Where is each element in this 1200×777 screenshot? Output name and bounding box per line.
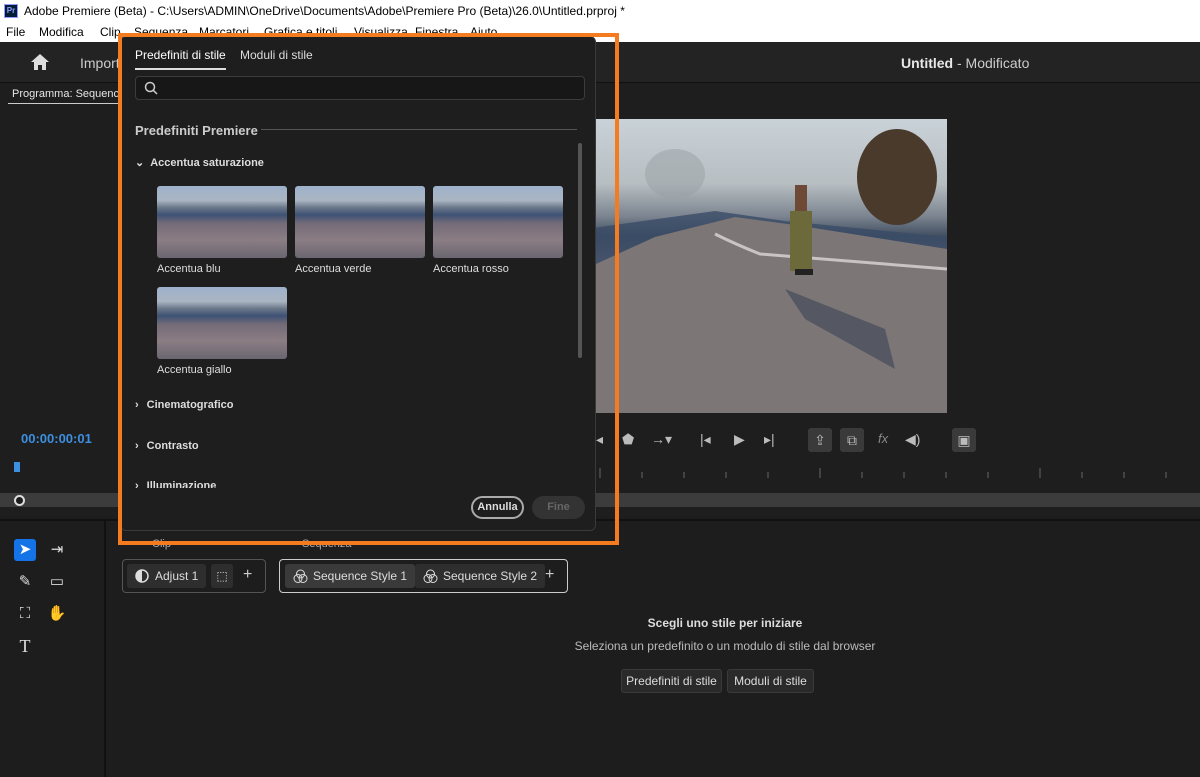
sequence-style-2-chip[interactable]: Sequence Style 2 (415, 564, 546, 588)
hand-tool-icon[interactable]: ✋ (46, 603, 68, 625)
program-monitor-tab[interactable]: Programma: Sequenc (8, 86, 123, 104)
menu-file[interactable]: File (6, 25, 25, 39)
adjust-chip[interactable]: Adjust 1 (127, 564, 207, 588)
type-tool-icon[interactable]: T (14, 635, 36, 657)
clip-style-group: Adjust 1 ⬚ + (122, 559, 266, 593)
crop-tool-icon[interactable]: ⛶ (14, 603, 36, 625)
video-preview (585, 119, 947, 413)
window-title: Adobe Premiere (Beta) - C:\Users\ADMIN\O… (24, 4, 625, 18)
empty-state-title: Scegli uno stile per iniziare (647, 616, 803, 630)
color-circles-icon (293, 569, 308, 583)
sequence-style-group: Sequence Style 1 Sequence Style 2 + (279, 559, 568, 593)
pen-tool-icon[interactable]: ✎ (14, 571, 36, 593)
scroll-handle[interactable] (14, 495, 25, 506)
sequence-style-1-label: Sequence Style 1 (313, 569, 408, 583)
track-select-tool-icon[interactable]: ⇥ (46, 539, 68, 561)
add-clip-style-icon[interactable]: + (243, 566, 252, 584)
title-bar: Pr Adobe Premiere (Beta) - C:\Users\ADMI… (0, 0, 1200, 22)
add-marker-icon[interactable]: ⬟ (622, 431, 634, 448)
adjust-icon (135, 569, 149, 583)
selection-tool-icon[interactable]: ➤ (14, 539, 36, 561)
overwrite-icon[interactable]: ⧉ (840, 428, 864, 452)
home-icon[interactable] (30, 52, 50, 72)
go-to-next-edit-icon[interactable]: ▸| (764, 431, 775, 448)
sequence-style-1-chip[interactable]: Sequence Style 1 (285, 564, 416, 588)
go-to-in-icon[interactable]: →▾ (651, 431, 672, 448)
insert-icon[interactable]: ⇪ (808, 428, 832, 452)
import-tab[interactable]: Import (80, 55, 120, 71)
style-modules-button[interactable]: Moduli di stile (727, 669, 814, 693)
export-frame-icon[interactable]: ▣ (952, 428, 976, 452)
adjust-chip-label: Adjust 1 (155, 569, 199, 583)
sequence-style-2-label: Sequence Style 2 (443, 569, 538, 583)
add-sequence-style-icon[interactable]: + (545, 566, 554, 584)
project-title: Untitled - Modificato (901, 55, 1029, 71)
timecode-display[interactable]: 00:00:00:01 (21, 431, 92, 446)
volume-icon[interactable]: ◀) (905, 431, 920, 448)
fx-icon[interactable]: fx (878, 431, 888, 446)
project-name: Untitled (901, 55, 954, 71)
style-presets-button[interactable]: Predefiniti di stile (621, 669, 722, 693)
select-region-icon[interactable]: ⬚ (211, 564, 233, 588)
empty-state-subtitle: Seleziona un predefinito o un modulo di … (574, 639, 876, 653)
color-circles-icon (423, 569, 438, 583)
play-icon[interactable]: ▶ (734, 431, 745, 448)
go-to-previous-edit-icon[interactable]: |◂ (700, 431, 711, 448)
bottom-panel: ➤ ⇥ ✎ ▭ ⛶ ✋ T Clip Sequenza Adjust 1 ⬚ +… (0, 519, 1200, 777)
menu-modifica[interactable]: Modifica (39, 25, 84, 39)
tools-panel: ➤ ⇥ ✎ ▭ ⛶ ✋ T (0, 521, 106, 777)
rectangle-tool-icon[interactable]: ▭ (46, 571, 68, 593)
project-status: - Modificato (953, 55, 1030, 71)
premiere-app-icon: Pr (4, 4, 18, 18)
orange-highlight-frame (118, 33, 619, 545)
